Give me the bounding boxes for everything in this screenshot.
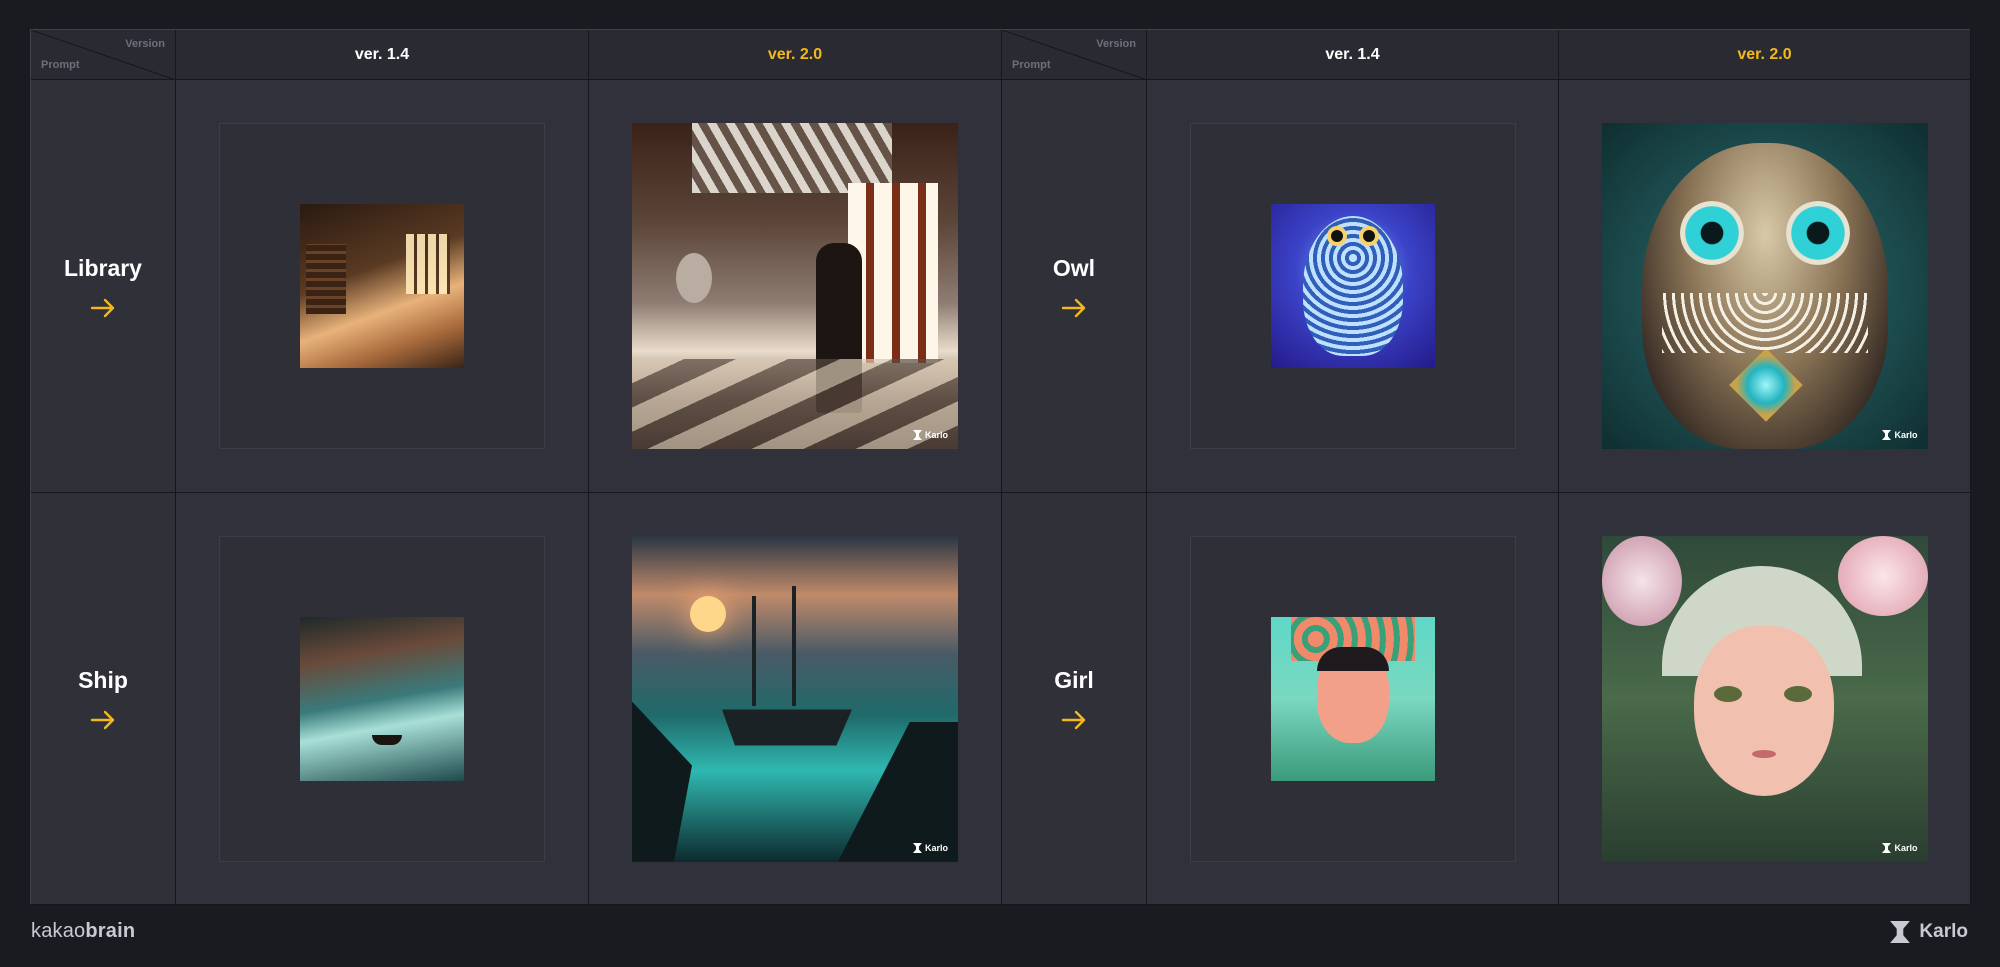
- prompt-owl: Owl: [1002, 80, 1147, 493]
- karlo-brand: Karlo: [1889, 921, 1968, 943]
- owl-v14-cell: [1147, 80, 1559, 493]
- girl-v20-image: Karlo: [1602, 536, 1928, 862]
- version-axis-label: Version: [125, 38, 165, 50]
- karlo-wordmark: Karlo: [1919, 921, 1968, 943]
- prompt-axis-label: Prompt: [1012, 59, 1051, 71]
- library-v14-cell: [176, 80, 589, 493]
- kakaobrain-logo: kakaobrain: [31, 920, 135, 943]
- prompt-axis-label: Prompt: [41, 59, 80, 71]
- library-v20-image: Karlo: [632, 123, 958, 449]
- column-header-v20-left: ver. 2.0: [589, 30, 1002, 80]
- column-label: ver. 2.0: [1737, 46, 1791, 64]
- column-header-v20-right: ver. 2.0: [1559, 30, 1971, 80]
- karlo-logo-icon: [1882, 843, 1891, 853]
- column-header-v14-left: ver. 1.4: [176, 30, 589, 80]
- prompt-library: Library: [31, 80, 176, 493]
- karlo-watermark: Karlo: [1882, 430, 1917, 440]
- ship-v20-cell: Karlo: [589, 493, 1002, 905]
- prompt-word: Library: [64, 255, 142, 282]
- girl-v14-cell: [1147, 493, 1559, 905]
- karlo-watermark: Karlo: [913, 430, 948, 440]
- image-frame: [219, 536, 545, 862]
- ship-v14-cell: [176, 493, 589, 905]
- ship-v20-image: Karlo: [632, 536, 958, 862]
- prompt-girl: Girl: [1002, 493, 1147, 905]
- owl-v20-cell: Karlo: [1559, 80, 1971, 493]
- image-frame: [219, 123, 545, 449]
- arrow-right-icon: [90, 298, 116, 318]
- brand-bold: brain: [85, 920, 135, 942]
- arrow-right-icon: [1061, 298, 1087, 318]
- corner-header-right: Version Prompt: [1002, 30, 1147, 80]
- girl-v20-cell: Karlo: [1559, 493, 1971, 905]
- column-label: ver. 1.4: [355, 46, 409, 64]
- arrow-right-icon: [90, 710, 116, 730]
- prompt-word: Owl: [1053, 255, 1095, 282]
- karlo-watermark: Karlo: [913, 843, 948, 853]
- corner-header-left: Version Prompt: [31, 30, 176, 80]
- karlo-logo-icon: [1882, 430, 1891, 440]
- library-v20-cell: Karlo: [589, 80, 1002, 493]
- karlo-logo-icon: [913, 430, 922, 440]
- ship-v14-image: [300, 617, 464, 781]
- column-label: ver. 2.0: [768, 46, 822, 64]
- owl-v14-image: [1271, 204, 1435, 368]
- comparison-grid: Version Prompt ver. 1.4 ver. 2.0 Version…: [30, 29, 1970, 904]
- prompt-word: Ship: [78, 667, 128, 694]
- karlo-watermark: Karlo: [1882, 843, 1917, 853]
- girl-v14-image: [1271, 617, 1435, 781]
- owl-v20-image: Karlo: [1602, 123, 1928, 449]
- column-label: ver. 1.4: [1325, 46, 1379, 64]
- library-v14-image: [300, 204, 464, 368]
- prompt-ship: Ship: [31, 493, 176, 905]
- image-frame: [1190, 123, 1516, 449]
- karlo-logo-icon: [913, 843, 922, 853]
- version-axis-label: Version: [1096, 38, 1136, 50]
- brand-light: kakao: [31, 920, 85, 942]
- arrow-right-icon: [1061, 710, 1087, 730]
- karlo-logo-icon: [1889, 921, 1911, 943]
- prompt-word: Girl: [1054, 667, 1094, 694]
- column-header-v14-right: ver. 1.4: [1147, 30, 1559, 80]
- image-frame: [1190, 536, 1516, 862]
